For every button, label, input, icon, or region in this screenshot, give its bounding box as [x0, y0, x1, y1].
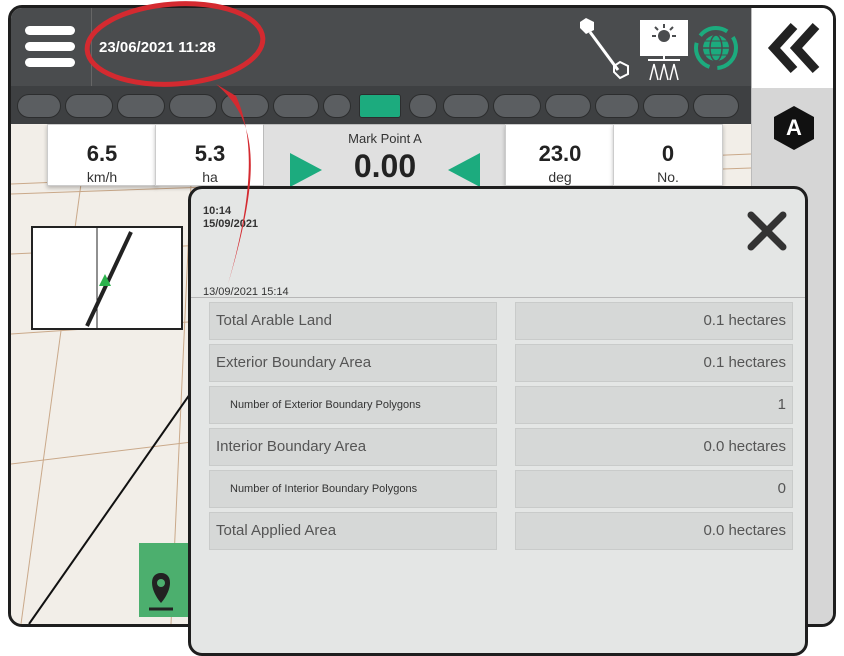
- row-value: 0.0 hectares: [515, 428, 793, 466]
- close-button[interactable]: [745, 209, 789, 253]
- section-14: [643, 94, 689, 118]
- row-label: Exterior Boundary Area: [209, 344, 497, 382]
- status-icons: [576, 14, 751, 84]
- section-10: [443, 94, 489, 118]
- panel-date: 15/09/2021: [203, 218, 259, 230]
- row-label: Total Arable Land: [209, 302, 497, 340]
- heading-value: 23.0: [538, 141, 582, 166]
- count-unit: No.: [657, 169, 679, 185]
- row-value: 0.1 hectares: [515, 302, 793, 340]
- section-6: [273, 94, 319, 118]
- section-5: [221, 94, 269, 118]
- top-status-bar: 23/06/2021 11:28: [11, 8, 751, 86]
- heading-tile[interactable]: 23.0 deg: [505, 124, 615, 186]
- row-label: Interior Boundary Area: [209, 428, 497, 466]
- job-information-panel: 10:14 15/09/2021 13/09/2021 15:14 Total …: [188, 186, 808, 656]
- menu-button[interactable]: [11, 8, 92, 86]
- job-stats-table: Total Arable Land 0.1 hectares Exterior …: [209, 302, 793, 554]
- current-datetime: 23/06/2021 11:28: [99, 39, 216, 56]
- mark-point-button[interactable]: [139, 543, 193, 617]
- map-pin-icon: [149, 573, 173, 611]
- section-status-bar: [11, 86, 751, 124]
- mark-point-label: Mark Point A: [348, 131, 422, 146]
- mark-point-tile[interactable]: Mark Point A 0.00: [263, 124, 507, 194]
- row-label: Total Applied Area: [209, 512, 497, 550]
- sprayer-icon[interactable]: [640, 20, 688, 81]
- count-tile[interactable]: 0 No.: [613, 124, 723, 186]
- area-unit: ha: [202, 169, 218, 185]
- row-value: 0.0 hectares: [515, 512, 793, 550]
- section-7: [323, 94, 351, 118]
- section-11: [493, 94, 541, 118]
- panel-clock: 10:14 15/09/2021: [203, 205, 258, 231]
- double-chevron-left-icon: [767, 22, 820, 74]
- boom-icon[interactable]: [580, 18, 629, 80]
- dashboard-bar: 6.5 km/h 5.3 ha Mark Point A 0.00 23.0 d…: [47, 124, 723, 194]
- row-label: Number of Interior Boundary Polygons: [209, 470, 497, 508]
- row-label: Number of Exterior Boundary Polygons: [209, 386, 497, 424]
- speed-tile[interactable]: 6.5 km/h: [47, 124, 157, 186]
- close-icon: [747, 211, 787, 251]
- area-value: 5.3: [194, 141, 226, 166]
- section-8-active: [359, 94, 401, 118]
- section-13: [595, 94, 639, 118]
- gnss-globe-icon[interactable]: [694, 26, 738, 70]
- steer-left-arrow-icon: [448, 153, 480, 187]
- section-9: [409, 94, 437, 118]
- speed-unit: km/h: [86, 169, 118, 185]
- collapse-panel-button[interactable]: [752, 8, 833, 88]
- table-row: Total Arable Land 0.1 hectares: [209, 302, 793, 340]
- overview-minimap[interactable]: [31, 226, 183, 330]
- panel-divider: [191, 297, 805, 298]
- table-row: Exterior Boundary Area 0.1 hectares: [209, 344, 793, 382]
- steer-right-arrow-icon: [290, 153, 322, 187]
- heading-unit: deg: [548, 169, 572, 185]
- section-15: [693, 94, 739, 118]
- table-row: Number of Interior Boundary Polygons 0: [209, 470, 793, 508]
- section-1: [17, 94, 61, 118]
- section-12: [545, 94, 591, 118]
- count-value: 0: [661, 141, 675, 166]
- speed-value: 6.5: [86, 141, 118, 166]
- area-tile[interactable]: 5.3 ha: [155, 124, 265, 186]
- mode-badge[interactable]: A: [772, 104, 816, 152]
- mode-letter: A: [786, 115, 802, 140]
- row-value: 0: [515, 470, 793, 508]
- table-row: Interior Boundary Area 0.0 hectares: [209, 428, 793, 466]
- section-2: [65, 94, 113, 118]
- row-value: 1: [515, 386, 793, 424]
- section-3: [117, 94, 165, 118]
- menu-icon: [25, 26, 75, 35]
- section-4: [169, 94, 217, 118]
- panel-time: 10:14: [203, 205, 232, 217]
- table-row: Total Applied Area 0.0 hectares: [209, 512, 793, 550]
- row-value: 0.1 hectares: [515, 344, 793, 382]
- table-row: Number of Exterior Boundary Polygons 1: [209, 386, 793, 424]
